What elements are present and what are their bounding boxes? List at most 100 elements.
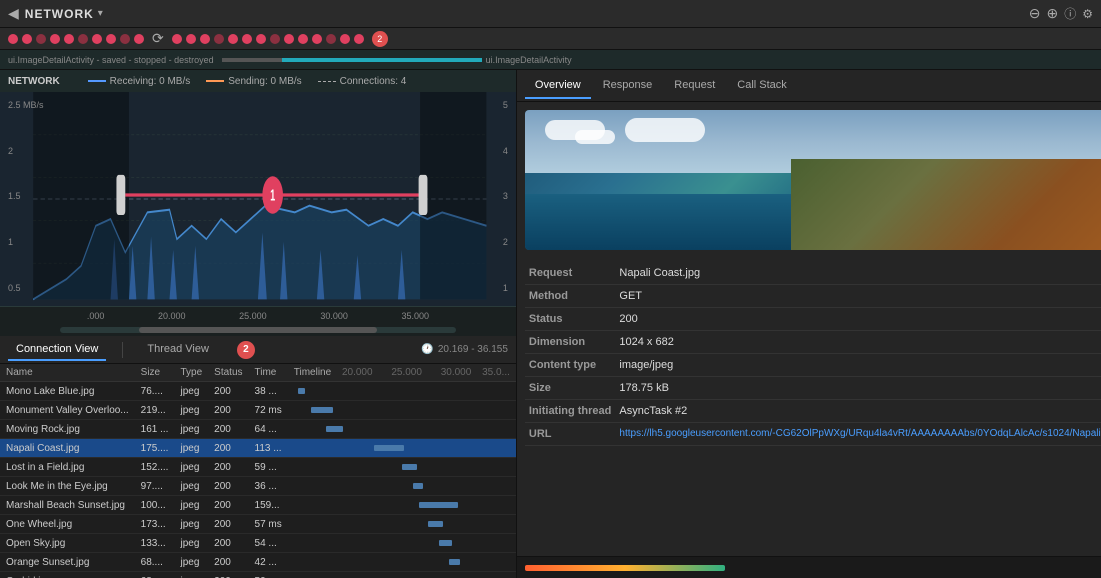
cell-timeline: [288, 401, 516, 420]
cell-size: 68....: [135, 553, 175, 572]
time-range-value: 20.169 - 36.155: [438, 344, 508, 355]
legend-sending-label: Sending: 0 MB/s: [228, 76, 301, 87]
table-row[interactable]: Napali Coast.jpg 175.... jpeg 200 113 ..…: [0, 439, 516, 458]
y-axis-right: 5 4 3 2 1: [503, 100, 508, 293]
detail-value: image/jpeg: [615, 354, 1101, 377]
detail-table: Request Napali Coast.jpg Method GET Stat…: [525, 262, 1101, 446]
cell-status: 200: [208, 458, 248, 477]
scroll-track: [60, 327, 456, 333]
table-row[interactable]: One Wheel.jpg 173... jpeg 200 57 ms: [0, 515, 516, 534]
cell-type: jpeg: [174, 572, 208, 578]
maximize-icon[interactable]: ⊕: [1046, 5, 1058, 22]
main-content: NETWORK Receiving: 0 MB/s Sending: 0 MB/…: [0, 70, 1101, 578]
detail-row: Request Napali Coast.jpg: [525, 262, 1101, 285]
activity-dot: [214, 34, 224, 44]
right-panel-tabs: Overview Response Request Call Stack ✕: [517, 70, 1101, 102]
cell-status: 200: [208, 401, 248, 420]
activity-dot: [8, 34, 18, 44]
cell-type: jpeg: [174, 439, 208, 458]
cell-name: Monument Valley Overloo...: [0, 401, 135, 420]
table-row[interactable]: Moving Rock.jpg 161 ... jpeg 200 64 ...: [0, 420, 516, 439]
minimize-icon[interactable]: ⊖: [1029, 5, 1041, 22]
cell-size: 175....: [135, 439, 175, 458]
cell-name: Lost in a Field.jpg: [0, 458, 135, 477]
top-bar: ◀ NETWORK ▾ ⊖ ⊕ ⓘ ⚙: [0, 0, 1101, 28]
settings-icon[interactable]: ⚙: [1082, 7, 1093, 21]
cell-size: 76....: [135, 382, 175, 401]
tab-request[interactable]: Request: [664, 73, 725, 99]
legend-receiving-label: Receiving: 0 MB/s: [110, 76, 191, 87]
detail-row: Initiating thread AsyncTask #2: [525, 400, 1101, 423]
table-row[interactable]: Look Me in the Eye.jpg 97.... jpeg 200 3…: [0, 477, 516, 496]
table-row[interactable]: Monument Valley Overloo... 219... jpeg 2…: [0, 401, 516, 420]
cell-type: jpeg: [174, 458, 208, 477]
badge-number: 2: [372, 31, 388, 47]
cell-type: jpeg: [174, 534, 208, 553]
back-button[interactable]: ◀: [8, 5, 19, 22]
cell-time: 59 ...: [249, 458, 288, 477]
table-row[interactable]: Mono Lake Blue.jpg 76.... jpeg 200 38 ..…: [0, 382, 516, 401]
table-row[interactable]: Marshall Beach Sunset.jpg 100... jpeg 20…: [0, 496, 516, 515]
activity-dot: [312, 34, 322, 44]
detail-value: 1024 x 682: [615, 331, 1101, 354]
scroll-bar[interactable]: [0, 324, 516, 336]
cell-time: 38 ...: [249, 382, 288, 401]
y-label: 2: [8, 146, 44, 156]
cell-timeline: [288, 477, 516, 496]
x-label: 30.000: [320, 311, 348, 321]
timeline-label-left: ui.ImageDetailActivity - saved - stopped…: [8, 55, 214, 65]
tab-thread-view[interactable]: Thread View: [139, 339, 217, 361]
col-header-type: Type: [174, 364, 208, 382]
detail-row: Method GET: [525, 285, 1101, 308]
cell-name: Mono Lake Blue.jpg: [0, 382, 135, 401]
cell-status: 200: [208, 496, 248, 515]
cell-name: Moving Rock.jpg: [0, 420, 135, 439]
detail-row: Status 200: [525, 308, 1101, 331]
table-body: Mono Lake Blue.jpg 76.... jpeg 200 38 ..…: [0, 382, 516, 578]
detail-label: Dimension: [525, 331, 616, 354]
cell-timeline: [288, 420, 516, 439]
x-axis: .000 20.000 25.000 30.000 35.000: [0, 306, 516, 324]
detail-value: 200: [615, 308, 1101, 331]
cell-size: 68....: [135, 572, 175, 578]
cell-size: 100...: [135, 496, 175, 515]
chart-svg: 1: [0, 92, 516, 306]
tab-call-stack[interactable]: Call Stack: [727, 73, 797, 99]
clock-icon: 🕐: [421, 344, 433, 355]
land: [791, 159, 1101, 250]
col-header-status: Status: [208, 364, 248, 382]
detail-value[interactable]: https://lh5.googleusercontent.com/-CG62O…: [615, 423, 1101, 446]
chart-area[interactable]: 2.5 MB/s 2 1.5 1 0.5 5 4 3 2 1: [0, 92, 516, 306]
table-row[interactable]: Lost in a Field.jpg 152.... jpeg 200 59 …: [0, 458, 516, 477]
detail-row: Content type image/jpeg: [525, 354, 1101, 377]
dropdown-arrow-icon[interactable]: ▾: [98, 8, 103, 19]
legend-connections-label: Connections: 4: [340, 76, 407, 87]
cell-size: 152....: [135, 458, 175, 477]
badge-number: 2: [237, 341, 255, 359]
tab-connection-view[interactable]: Connection View: [8, 339, 106, 361]
activity-dot: [64, 34, 74, 44]
table-header-row: Name Size Type Status Time Timeline 20.0…: [0, 364, 516, 382]
request-table[interactable]: Name Size Type Status Time Timeline 20.0…: [0, 364, 516, 578]
x-label: 20.000: [158, 311, 186, 321]
tab-response[interactable]: Response: [593, 73, 663, 99]
detail-label: URL: [525, 423, 616, 446]
info-icon[interactable]: ⓘ: [1064, 5, 1076, 22]
table-row[interactable]: Orchid.jpg 68.... jpeg 200 50 ...: [0, 572, 516, 578]
legend-connections-line: [318, 81, 336, 82]
y-label-r: 4: [503, 146, 508, 156]
scroll-thumb[interactable]: [139, 327, 377, 333]
detail-value: AsyncTask #2: [615, 400, 1101, 423]
cloud: [575, 130, 615, 144]
tab-overview[interactable]: Overview: [525, 73, 591, 99]
legend-sending: Sending: 0 MB/s: [206, 76, 301, 87]
table-row[interactable]: Orange Sunset.jpg 68.... jpeg 200 42 ...: [0, 553, 516, 572]
activity-dot: [228, 34, 238, 44]
table-row[interactable]: Open Sky.jpg 133... jpeg 200 54 ...: [0, 534, 516, 553]
activity-dot: [298, 34, 308, 44]
detail-label: Request: [525, 262, 616, 285]
legend-sending-line: [206, 80, 224, 82]
y-label-r: 2: [503, 237, 508, 247]
arrow-right-icon[interactable]: ⟳: [152, 30, 164, 47]
y-label-r: 5: [503, 100, 508, 110]
